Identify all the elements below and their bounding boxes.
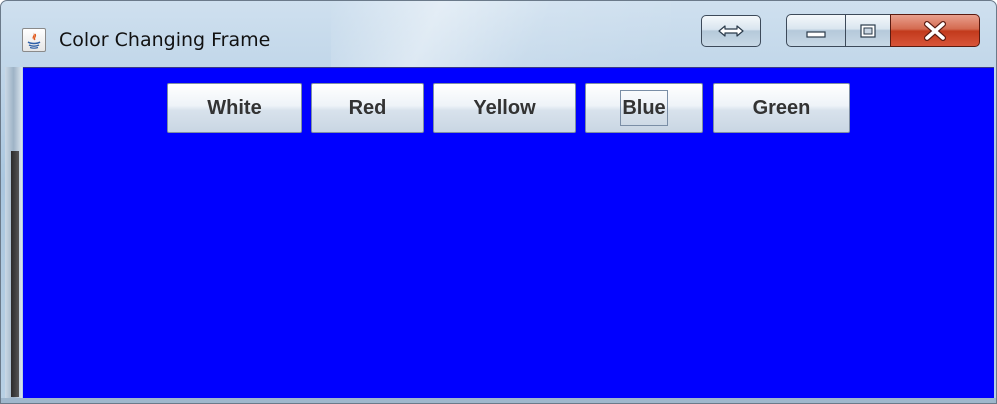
maximize-icon: [860, 23, 876, 38]
blue-button[interactable]: Blue: [585, 83, 703, 133]
app-window: Color Changing Frame White Red Yellow Bl…: [0, 0, 997, 404]
window-controls: [786, 14, 991, 47]
blue-button-label: Blue: [620, 90, 668, 126]
double-arrow-icon: [718, 25, 744, 37]
yellow-button[interactable]: Yellow: [433, 83, 576, 133]
window-left-shadow: [11, 151, 19, 397]
window-bottom-border: [1, 398, 996, 403]
color-panel: White Red Yellow Blue Green: [23, 67, 994, 398]
java-icon[interactable]: [22, 28, 46, 52]
window-title: Color Changing Frame: [59, 29, 271, 51]
close-button[interactable]: [890, 14, 980, 47]
minimize-icon: [806, 30, 826, 38]
close-icon: [924, 20, 946, 41]
white-button[interactable]: White: [167, 83, 302, 133]
red-button[interactable]: Red: [311, 83, 424, 133]
window-left-border: [5, 67, 22, 399]
title-bar[interactable]: Color Changing Frame: [1, 1, 996, 67]
green-button[interactable]: Green: [713, 83, 850, 133]
minimize-button[interactable]: [786, 14, 846, 47]
resize-button[interactable]: [701, 15, 761, 47]
maximize-button[interactable]: [845, 14, 891, 47]
